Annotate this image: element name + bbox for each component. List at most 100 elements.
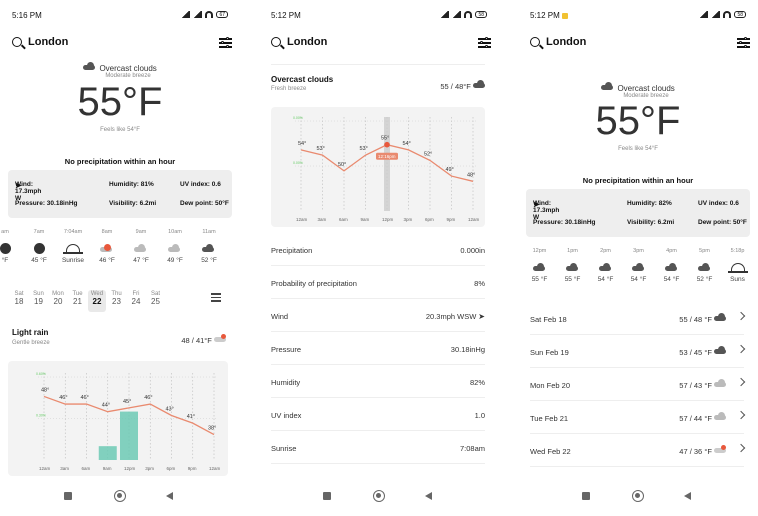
home-button[interactable] [114,490,126,502]
home-button[interactable] [373,490,385,502]
time-label: 3am [60,466,69,471]
list-view-icon[interactable] [211,293,221,302]
hour-item[interactable]: am °F [0,229,22,264]
chevron-right-icon[interactable] [736,344,746,354]
hour-item[interactable]: 12pm 55 °F [523,248,556,283]
day-number: 20 [53,297,63,306]
detail-row: Pressure 30.18inHg [271,332,485,365]
signal-icon [181,11,191,18]
wifi-icon [464,11,473,18]
hour-item[interactable]: 7am 45 °F [22,229,56,264]
detail-value: 30.18inHg [450,345,485,354]
hour-item[interactable]: 8am 46 °F [90,229,124,264]
back-button[interactable] [166,492,173,500]
hour-item[interactable]: 10am 49 °F [158,229,192,264]
hour-item[interactable]: 3pm 54 °F [622,248,655,283]
day-chip[interactable]: Fri 24 [127,290,145,312]
daily-day: Tue Feb 21 [530,414,569,423]
temp-label: 50° [338,162,346,168]
day-chip[interactable]: Sat 18 [10,290,28,312]
hour-time: 8am [101,229,113,235]
signal-icon [711,11,721,18]
hour-item[interactable]: 4pm 54 °F [655,248,688,283]
chevron-right-icon[interactable] [736,377,746,387]
hour-item[interactable]: 11am 52 °F [192,229,226,264]
hour-item[interactable]: 9am 47 °F [124,229,158,264]
chevron-right-icon[interactable] [736,410,746,420]
recents-button[interactable] [582,492,590,500]
search-icon[interactable] [271,37,281,47]
daily-row[interactable]: Sat Feb 18 55 / 48 °F [530,302,746,335]
chevron-right-icon[interactable] [736,311,746,321]
daily-row[interactable]: Tue Feb 21 57 / 44 °F [530,401,746,434]
now-marker [384,117,390,211]
hour-item[interactable]: 2pm 54 °F [589,248,622,283]
back-button[interactable] [684,492,691,500]
daily-row[interactable]: Mon Feb 20 57 / 43 °F [530,368,746,401]
cloud-dark-icon [532,262,547,272]
recents-button[interactable] [64,492,72,500]
wind-direction-icon: ➤ [478,312,485,321]
hour-temp: 52 °F [696,276,713,283]
time-label: 3pm [145,466,154,471]
hour-time: 1pm [567,248,578,254]
detail-label: Pressure [271,345,302,354]
day-number: 19 [34,297,43,306]
day-chip[interactable]: Mon 20 [49,290,67,312]
chevron-right-icon[interactable] [736,443,746,453]
hour-time: 3pm [633,248,644,254]
city-name[interactable]: London [287,36,327,48]
back-button[interactable] [425,492,432,500]
hour-item[interactable]: 5pm 52 °F [688,248,721,283]
day-chip[interactable]: Sun 19 [30,290,48,312]
home-button[interactable] [632,490,644,502]
notification-icon [561,12,568,19]
city-name[interactable]: London [546,36,586,48]
detail-label: UV index [271,411,302,420]
temp-label: 41° [187,414,195,420]
now-time: 12:16pm [378,154,396,159]
recents-button[interactable] [323,492,331,500]
temp-label: 54° [298,141,306,147]
app-header: London [530,36,750,52]
hour-time: am [1,229,9,235]
day-chip[interactable]: Tue 21 [69,290,87,312]
temp-label: 52° [424,151,432,157]
cloud-dark-icon [473,80,487,89]
day-chip[interactable]: Thu 23 [108,290,126,312]
settings-sliders-icon[interactable] [219,36,232,48]
hourly-forecast[interactable]: am °F 7am 45 °F 7:04am Sunrise 8am 46 °F 9am 47 °… [0,229,226,264]
temp-label: 48° [467,172,475,178]
hourly-forecast[interactable]: 12pm 55 °F 1pm 55 °F 2pm 54 °F 3pm 54 °F 4pm 54 °… [523,248,754,283]
day-chip[interactable]: Wed 22 [88,290,106,312]
hour-time: 10am [168,229,182,235]
daily-day: Sun Feb 19 [530,348,569,357]
temp-label: 46° [59,395,67,401]
temp-label: 48° [41,387,49,393]
hour-item[interactable]: 1pm 55 °F [556,248,589,283]
hour-temp: 47 °F [133,257,149,264]
search-icon[interactable] [530,37,540,47]
settings-sliders-icon[interactable] [478,36,491,48]
daily-row[interactable]: Wed Feb 22 47 / 36 °F [530,434,746,467]
day-selector[interactable]: Sat 18 Sun 19 Mon 20 Tue 21 Wed 22 Thu 23 Fri 24 Sat 25 [10,290,190,314]
city-name[interactable]: London [28,36,68,48]
temp-label: 43° [166,407,174,413]
hour-time: 7am [33,229,45,235]
hour-temp: 54 °F [597,276,614,283]
cloud-icon [714,412,728,421]
hour-item[interactable]: 5:18p Suns [721,248,754,283]
settings-sliders-icon[interactable] [737,36,750,48]
hour-item[interactable]: 7:04am Sunrise [56,229,90,264]
daily-row[interactable]: Sun Feb 19 53 / 45 °F [530,335,746,368]
time-label: 6pm [167,466,176,471]
temp-label: 45° [123,399,131,405]
day-chip[interactable]: Sat 25 [147,290,165,312]
dew-info: Dew point: 50°F [698,219,747,226]
precip-bar [120,411,138,460]
hour-time: 5:18p [730,248,745,254]
cloud-dark-icon [598,262,613,272]
day-wind: Gentle breeze [12,340,50,346]
visibility-info: Visibility: 6.2mi [109,200,157,207]
search-icon[interactable] [12,37,22,47]
